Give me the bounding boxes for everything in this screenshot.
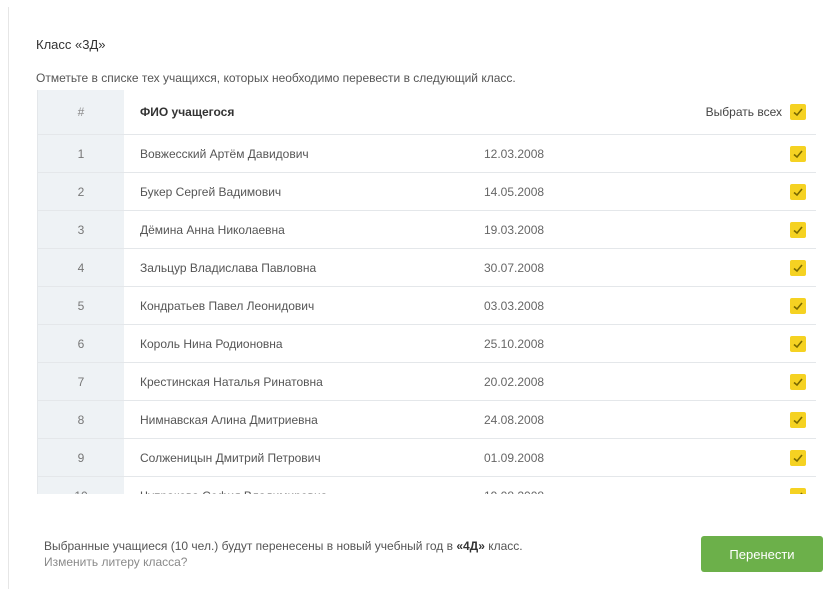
row-checkbox[interactable] (790, 183, 806, 200)
checkmark-icon (793, 377, 803, 386)
change-class-letter-link[interactable]: Изменить литеру класса? (44, 554, 523, 570)
students-table-container[interactable]: # ФИО учащегося Выбрать всех 1 Вовжесский… (37, 90, 816, 494)
row-checkbox[interactable] (790, 145, 806, 162)
student-name: Крестинская Наталья Ринатовна (124, 362, 454, 401)
row-number: 10 (38, 476, 124, 494)
row-number: 8 (38, 400, 124, 439)
row-select-cell (684, 248, 816, 287)
birth-date: 24.08.2008 (454, 400, 684, 439)
checkmark-icon (793, 225, 803, 234)
column-header-select-all: Выбрать всех (684, 90, 816, 135)
target-class: «4Д» (456, 539, 485, 553)
birth-date: 19.03.2008 (454, 210, 684, 249)
table-row: 7 Крестинская Наталья Ринатовна 20.02.2008 (38, 362, 816, 401)
student-name: Букер Сергей Вадимович (124, 172, 454, 211)
student-name: Король Нина Родионовна (124, 324, 454, 363)
students-table: # ФИО учащегося Выбрать всех 1 Вовжесский… (38, 90, 816, 494)
student-name: Солженицын Дмитрий Петрович (124, 438, 454, 477)
select-all-checkbox[interactable] (790, 104, 806, 120)
transfer-button[interactable]: Перенести (701, 536, 823, 572)
class-title: Класс «3Д» (36, 37, 106, 52)
table-row: 8 Нимнавская Алина Дмитриевна 24.08.2008 (38, 400, 816, 439)
row-checkbox[interactable] (790, 487, 806, 494)
column-header-date (454, 90, 684, 135)
birth-date: 30.07.2008 (454, 248, 684, 287)
row-select-cell (684, 438, 816, 477)
row-checkbox[interactable] (790, 373, 806, 390)
student-name: Дёмина Анна Николаевна (124, 210, 454, 249)
row-number: 9 (38, 438, 124, 477)
student-name: Вовжесский Артём Давидович (124, 134, 454, 173)
row-select-cell (684, 476, 816, 494)
row-select-cell (684, 362, 816, 401)
row-number: 4 (38, 248, 124, 287)
checkmark-icon (793, 339, 803, 348)
row-select-cell (684, 400, 816, 439)
student-name: Нимнавская Алина Дмитриевна (124, 400, 454, 439)
birth-date: 01.09.2008 (454, 438, 684, 477)
top-cut-heading (0, 0, 830, 7)
student-name: Кондратьев Павел Леонидович (124, 286, 454, 325)
birth-date: 03.03.2008 (454, 286, 684, 325)
row-checkbox[interactable] (790, 221, 806, 238)
select-all-label: Выбрать всех (705, 105, 782, 119)
student-name: Чупракова София Владимировна (124, 476, 454, 494)
table-row: 9 Солженицын Дмитрий Петрович 01.09.2008 (38, 438, 816, 477)
row-checkbox[interactable] (790, 335, 806, 352)
checkmark-icon (793, 415, 803, 424)
row-number: 3 (38, 210, 124, 249)
instruction-text: Отметьте в списке тех учащихся, которых … (36, 71, 516, 85)
birth-date: 14.05.2008 (454, 172, 684, 211)
select-all-control[interactable]: Выбрать всех (684, 104, 806, 120)
row-number: 1 (38, 134, 124, 173)
checkmark-icon (793, 453, 803, 462)
table-row: 6 Король Нина Родионовна 25.10.2008 (38, 324, 816, 363)
row-select-cell (684, 324, 816, 363)
row-select-cell (684, 210, 816, 249)
column-header-number: # (38, 90, 124, 135)
table-row: 10Чупракова София Владимировна19.08.2008 (38, 476, 816, 494)
row-checkbox[interactable] (790, 411, 806, 428)
birth-date: 12.03.2008 (454, 134, 684, 173)
summary-suffix: класс. (488, 539, 523, 553)
birth-date: 19.08.2008 (454, 476, 684, 494)
checkmark-icon (793, 149, 803, 158)
column-header-name: ФИО учащегося (124, 90, 454, 135)
checkmark-icon (793, 108, 803, 117)
row-number: 6 (38, 324, 124, 363)
table-header-row: # ФИО учащегося Выбрать всех (38, 90, 816, 135)
row-select-cell (684, 134, 816, 173)
student-name: Зальцур Владислава Павловна (124, 248, 454, 287)
row-select-cell (684, 172, 816, 211)
checkmark-icon (793, 187, 803, 196)
checkmark-icon (793, 301, 803, 310)
table-row: 4 Зальцур Владислава Павловна 30.07.2008 (38, 248, 816, 287)
row-checkbox[interactable] (790, 259, 806, 276)
checkmark-icon (793, 263, 803, 272)
table-row: 1 Вовжесский Артём Давидович 12.03.2008 (38, 134, 816, 173)
birth-date: 20.02.2008 (454, 362, 684, 401)
summary-prefix: Выбранные учащиеся (10 чел.) будут перен… (44, 539, 453, 553)
table-row: 2 Букер Сергей Вадимович 14.05.2008 (38, 172, 816, 211)
transfer-panel: Класс «3Д» Отметьте в списке тех учащихс… (8, 7, 830, 589)
table-row: 5 Кондратьев Павел Леонидович 03.03.2008 (38, 286, 816, 325)
row-checkbox[interactable] (790, 297, 806, 314)
table-row: 3 Дёмина Анна Николаевна 19.03.2008 (38, 210, 816, 249)
row-number: 2 (38, 172, 124, 211)
checkmark-icon (799, 491, 803, 494)
row-number: 7 (38, 362, 124, 401)
row-number: 5 (38, 286, 124, 325)
row-checkbox[interactable] (790, 449, 806, 466)
transfer-summary: Выбранные учащиеся (10 чел.) будут перен… (44, 538, 523, 570)
birth-date: 25.10.2008 (454, 324, 684, 363)
row-select-cell (684, 286, 816, 325)
